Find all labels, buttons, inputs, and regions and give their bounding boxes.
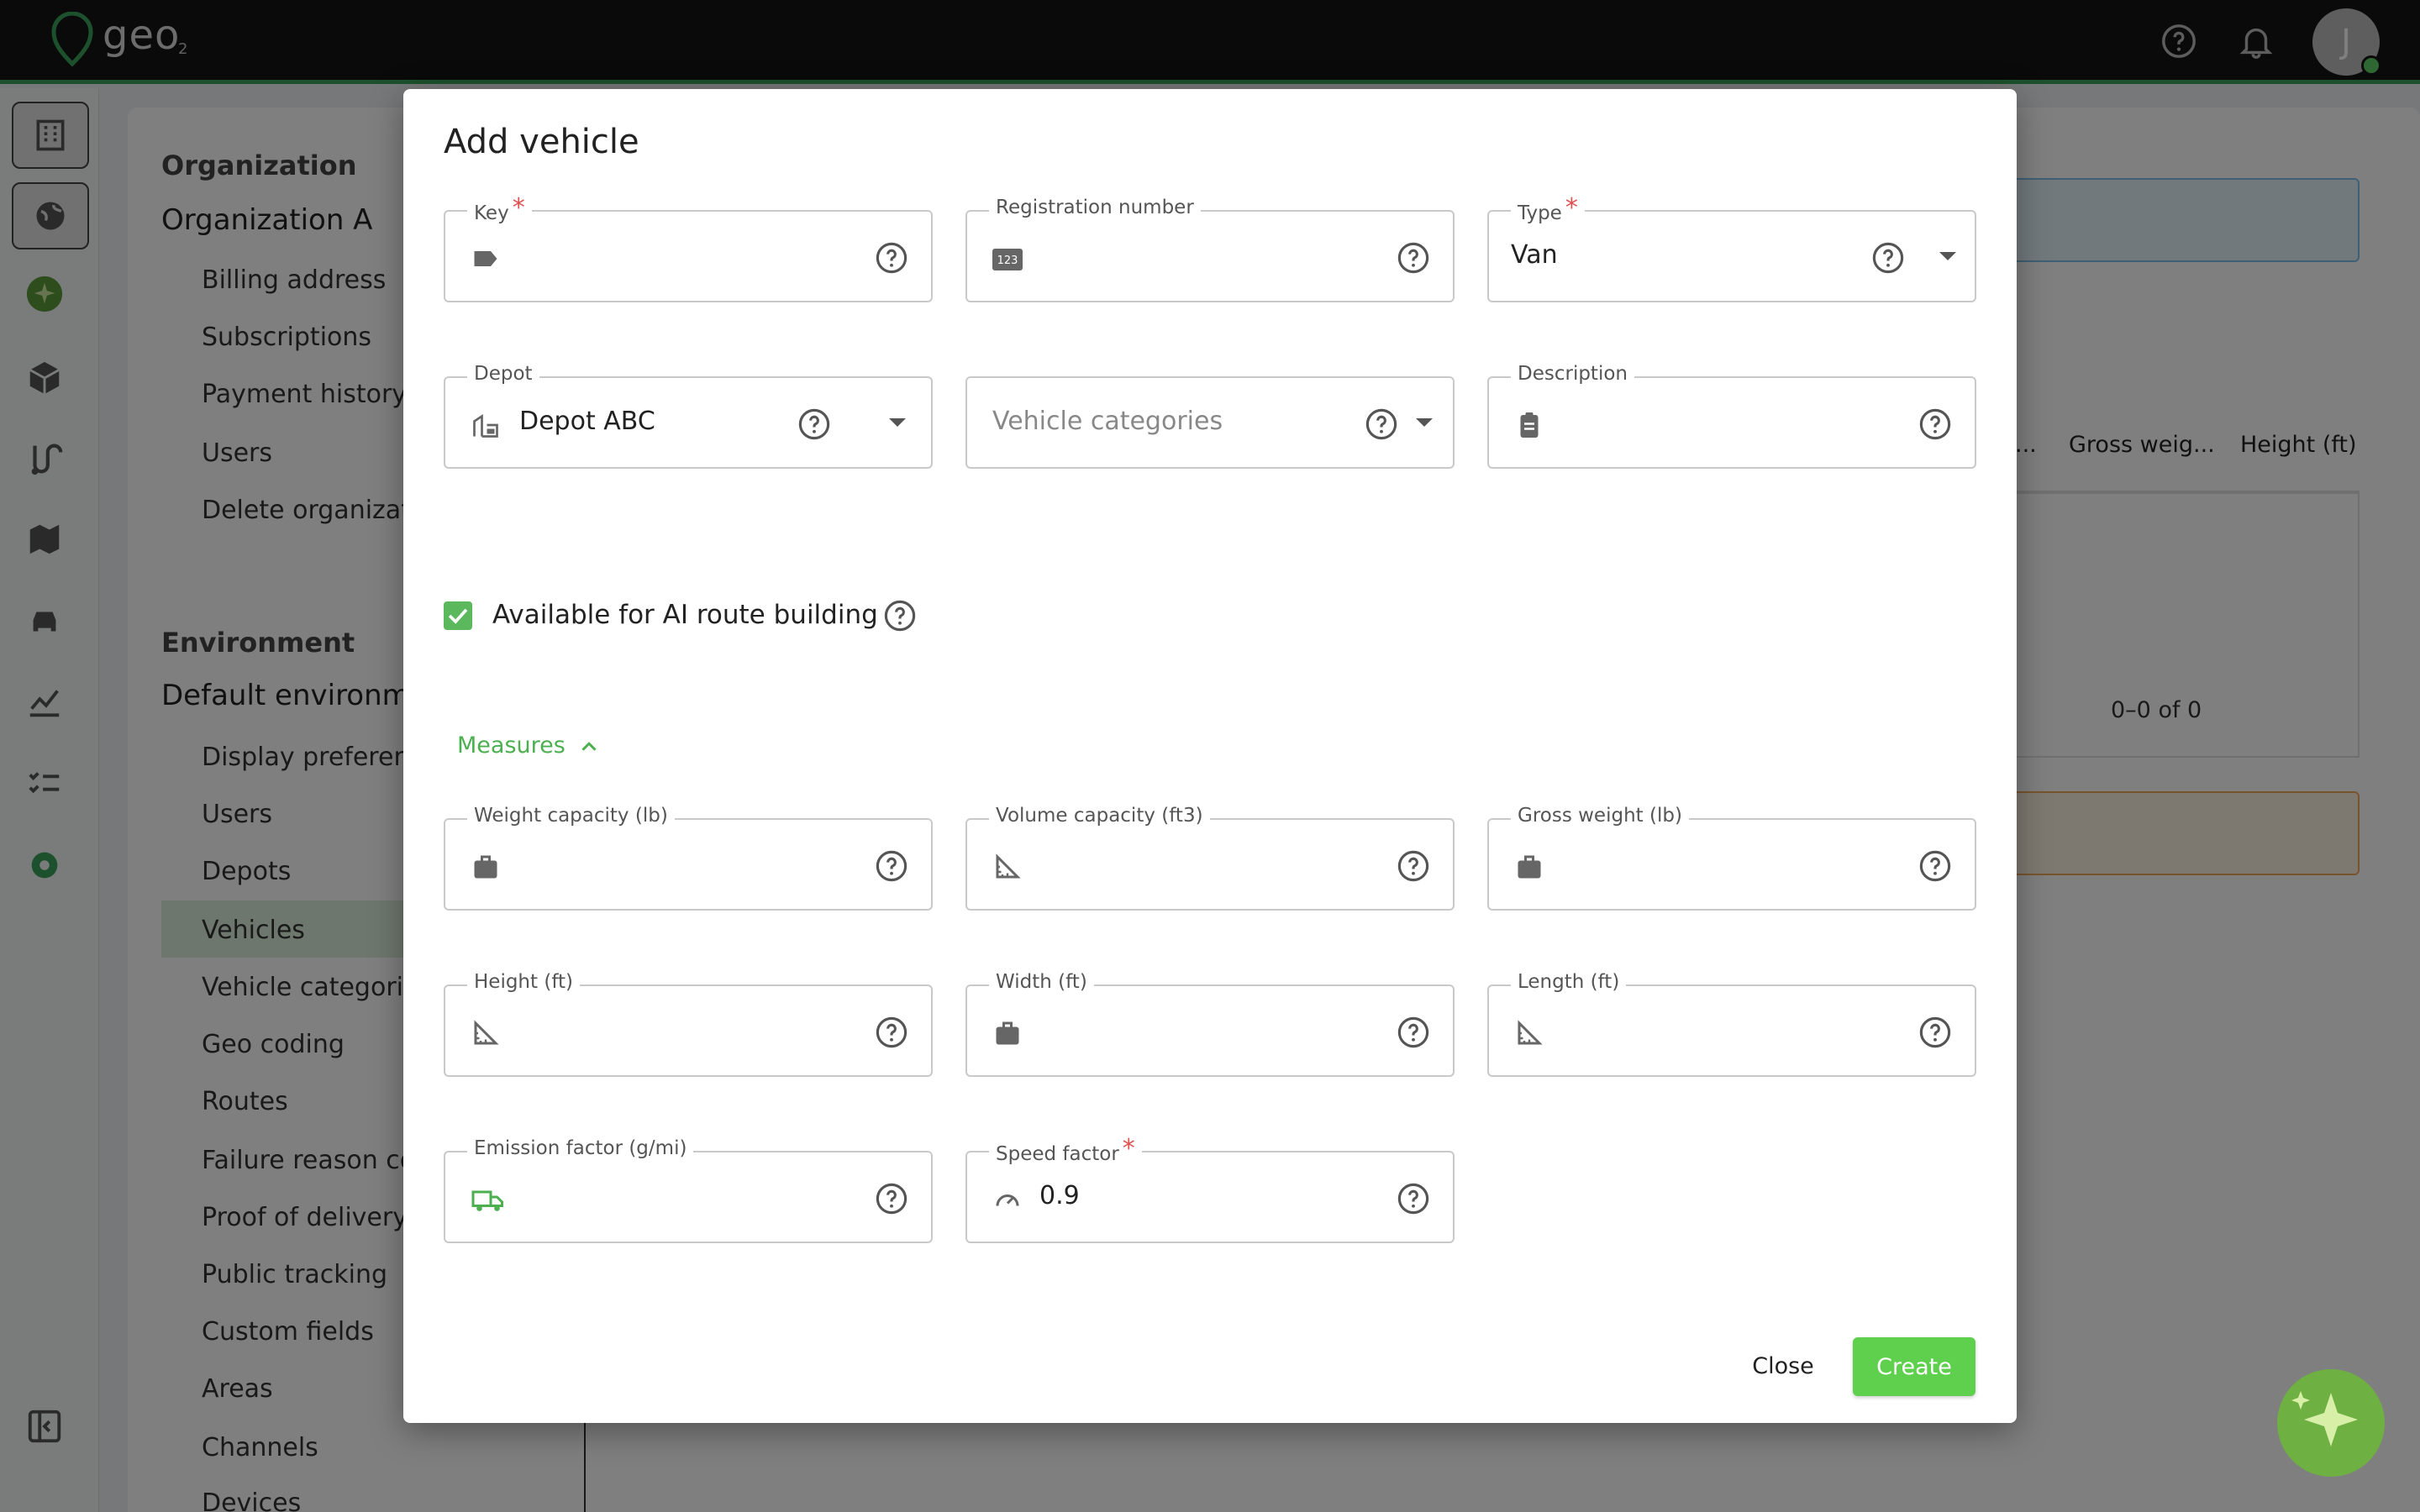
gross-weight-field[interactable]: Gross weight (lb) <box>1487 805 1976 911</box>
briefcase-icon <box>996 1021 1019 1045</box>
speed-factor-field[interactable]: Speed factor * 0.9 <box>965 1134 1455 1243</box>
required-marker: * <box>1122 1134 1135 1163</box>
ai-route-building-checkbox[interactable] <box>444 601 472 630</box>
measures-toggle[interactable]: Measures <box>457 732 566 759</box>
depot-value: Depot ABC <box>519 407 655 436</box>
clipboard-icon <box>1520 412 1539 438</box>
delivery-truck-icon <box>471 1190 503 1211</box>
description-label: Description <box>1511 363 1634 385</box>
height-label: Height (ft) <box>467 971 580 993</box>
description-field[interactable]: Description <box>1487 363 1976 469</box>
volume-capacity-help-icon[interactable] <box>1396 848 1431 884</box>
set-square-ruler-icon <box>996 853 1021 879</box>
registration-number-label: Registration number <box>989 197 1201 218</box>
gross-weight-label: Gross weight (lb) <box>1511 805 1689 827</box>
required-marker: * <box>512 193 525 223</box>
volume-capacity-field[interactable]: Volume capacity (ft3) <box>965 805 1455 911</box>
key-field[interactable]: Key * <box>444 193 933 302</box>
height-field[interactable]: Height (ft) <box>444 971 933 1077</box>
label-tag-icon <box>474 251 497 266</box>
set-square-ruler-icon <box>474 1020 499 1045</box>
create-button[interactable]: Create <box>1853 1337 1975 1396</box>
height-help-icon[interactable] <box>874 1015 909 1050</box>
weight-capacity-help-icon[interactable] <box>874 848 909 884</box>
add-vehicle-dialog: Add vehicle Key * Registration number 123… <box>403 89 2017 1423</box>
key-help-icon[interactable] <box>874 240 909 276</box>
depot-select[interactable]: Depot Depot ABC <box>444 363 933 469</box>
vehicle-categories-placeholder: Vehicle categories <box>992 407 1223 436</box>
depot-dropdown-caret-icon[interactable] <box>889 418 906 427</box>
number-123-icon: 123 <box>992 249 1023 270</box>
width-field[interactable]: Width (ft) <box>965 971 1455 1077</box>
type-value: Van <box>1511 240 1558 270</box>
ai-route-building-help-icon[interactable] <box>882 598 918 633</box>
emission-factor-field[interactable]: Emission factor (g/mi) <box>444 1137 933 1243</box>
close-button[interactable]: Close <box>1741 1337 1825 1394</box>
set-square-ruler-icon <box>1518 1020 1543 1045</box>
type-label-text: Type <box>1518 202 1562 224</box>
speedometer-icon <box>996 1194 1019 1206</box>
type-label: Type * <box>1511 193 1585 226</box>
depot-building-icon <box>473 413 498 438</box>
description-help-icon[interactable] <box>1918 407 1953 442</box>
key-label-text: Key <box>474 202 509 224</box>
emission-factor-label: Emission factor (g/mi) <box>467 1137 694 1159</box>
ai-route-building-label[interactable]: Available for AI route building <box>492 600 878 630</box>
weight-capacity-field[interactable]: Weight capacity (lb) <box>444 805 933 911</box>
briefcase-icon <box>474 855 497 879</box>
speed-factor-value: 0.9 <box>1039 1181 1080 1210</box>
width-label: Width (ft) <box>989 971 1094 993</box>
speed-factor-label-text: Speed factor <box>996 1143 1119 1165</box>
key-label: Key * <box>467 193 532 226</box>
volume-capacity-label: Volume capacity (ft3) <box>989 805 1210 827</box>
gross-weight-help-icon[interactable] <box>1918 848 1953 884</box>
width-help-icon[interactable] <box>1396 1015 1431 1050</box>
briefcase-icon <box>1518 855 1541 879</box>
registration-help-icon[interactable] <box>1396 240 1431 276</box>
length-field[interactable]: Length (ft) <box>1487 971 1976 1077</box>
vehicle-categories-select[interactable]: Vehicle categories <box>965 376 1455 469</box>
type-select[interactable]: Type * Van <box>1487 193 1976 302</box>
length-label: Length (ft) <box>1511 971 1627 993</box>
speed-factor-help-icon[interactable] <box>1396 1181 1431 1216</box>
vehicle-categories-caret-icon[interactable] <box>1416 418 1433 427</box>
chevron-up-icon[interactable] <box>576 734 602 759</box>
speed-factor-label: Speed factor * <box>989 1134 1142 1167</box>
emission-factor-help-icon[interactable] <box>874 1181 909 1216</box>
checkmark-icon <box>448 608 468 624</box>
type-dropdown-caret-icon[interactable] <box>1939 252 1956 260</box>
type-help-icon[interactable] <box>1870 240 1906 276</box>
ai-assistant-sparkle-icon[interactable] <box>2275 1368 2420 1512</box>
dialog-title: Add vehicle <box>444 123 639 161</box>
length-help-icon[interactable] <box>1918 1015 1953 1050</box>
registration-number-field[interactable]: Registration number 123 <box>965 197 1455 302</box>
weight-capacity-label: Weight capacity (lb) <box>467 805 675 827</box>
number-icon-text: 123 <box>997 255 1018 267</box>
depot-label: Depot <box>467 363 539 385</box>
required-marker: * <box>1565 193 1578 223</box>
depot-help-icon[interactable] <box>797 407 832 442</box>
vehicle-categories-help-icon[interactable] <box>1364 407 1399 442</box>
